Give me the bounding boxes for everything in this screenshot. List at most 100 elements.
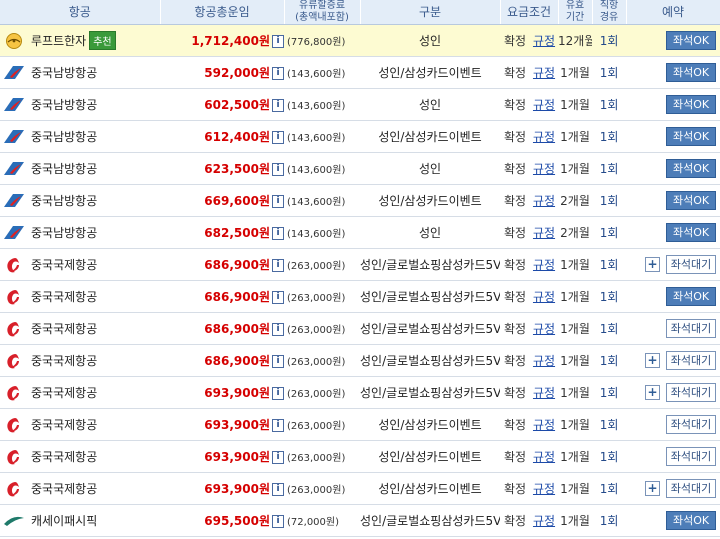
validity-period: 1개월: [558, 120, 593, 153]
rule-link[interactable]: 규정: [530, 88, 559, 121]
reserve-button[interactable]: 좌석OK: [666, 287, 717, 306]
reserve-button[interactable]: 좌석OK: [666, 63, 717, 82]
reserve-button[interactable]: 좌석대기: [666, 383, 717, 402]
stopover-count: 1회: [592, 56, 627, 89]
info-icon[interactable]: i: [272, 130, 284, 144]
table-row: 중국국제항공 693,900원 i (263,000원) 성인/글로벌쇼핑삼성카…: [0, 376, 720, 409]
total-fare: 602,500원: [160, 88, 272, 121]
reserve-button[interactable]: 좌석대기: [666, 447, 717, 466]
rule-link[interactable]: 규정: [530, 408, 559, 441]
reserve-button[interactable]: 좌석OK: [666, 511, 717, 530]
fuel-surcharge: (263,000원): [284, 248, 361, 281]
fuel-surcharge: (263,000원): [284, 312, 361, 345]
info-icon[interactable]: i: [272, 386, 284, 400]
reserve-button[interactable]: 좌석OK: [666, 223, 717, 242]
info-icon[interactable]: i: [272, 34, 284, 48]
fuel-surcharge: (143,600원): [284, 216, 361, 249]
rule-link[interactable]: 규정: [530, 440, 559, 473]
rule-link[interactable]: 규정: [530, 376, 559, 409]
table-row: 중국국제항공 686,900원 i (263,000원) 성인/글로벌쇼핑삼성카…: [0, 248, 720, 281]
fuel-surcharge: (143,600원): [284, 88, 361, 121]
rule-link[interactable]: 규정: [530, 344, 559, 377]
airline-name: 캐세이패시픽: [31, 514, 98, 528]
info-icon[interactable]: i: [272, 162, 284, 176]
reserve-button[interactable]: 좌석대기: [666, 479, 717, 498]
reserve-button[interactable]: 좌석대기: [666, 351, 717, 370]
reserve-button[interactable]: 좌석OK: [666, 191, 717, 210]
fuel-surcharge: (143,600원): [284, 56, 361, 89]
validity-period: 2개월: [558, 184, 593, 217]
total-fare: 682,500원: [160, 216, 272, 249]
fare-category: 성인/글로벌쇼핑삼성카드5V2: [360, 248, 501, 281]
info-icon[interactable]: i: [272, 194, 284, 208]
airline-name: 중국남방항공: [31, 162, 98, 176]
validity-period: 1개월: [558, 440, 593, 473]
info-icon[interactable]: i: [272, 514, 284, 528]
info-icon[interactable]: i: [272, 98, 284, 112]
table-row: 캐세이패시픽 695,500원 i (72,000원) 성인/글로벌쇼핑삼성카드…: [0, 504, 720, 537]
info-icon[interactable]: i: [272, 482, 284, 496]
table-row: 중국남방항공 612,400원 i (143,600원) 성인/삼성카드이벤트 …: [0, 120, 720, 153]
info-icon[interactable]: i: [272, 226, 284, 240]
validity-period: 1개월: [558, 312, 593, 345]
fare-category: 성인: [360, 88, 501, 121]
total-fare: 592,000원: [160, 56, 272, 89]
rule-link[interactable]: 규정: [530, 184, 559, 217]
validity-period: 1개월: [558, 248, 593, 281]
reserve-button[interactable]: 좌석대기: [666, 319, 717, 338]
info-icon[interactable]: i: [272, 290, 284, 304]
validity-period: 1개월: [558, 152, 593, 185]
china-southern-logo-icon: [3, 64, 25, 82]
rule-link[interactable]: 규정: [530, 504, 559, 537]
fare-condition: 확정: [500, 440, 531, 473]
table-row: 중국국제항공 686,900원 i (263,000원) 성인/글로벌쇼핑삼성카…: [0, 280, 720, 313]
total-fare: 693,900원: [160, 376, 272, 409]
stopover-count: 1회: [592, 152, 627, 185]
info-icon[interactable]: i: [272, 450, 284, 464]
plus-icon[interactable]: +: [645, 353, 661, 368]
table-row: 중국남방항공 602,500원 i (143,600원) 성인 확정 규정 1개…: [0, 88, 720, 121]
rule-link[interactable]: 규정: [530, 120, 559, 153]
reserve-cell: 좌석대기: [626, 440, 720, 473]
reserve-button[interactable]: 좌석대기: [666, 255, 717, 274]
stopover-count: 1회: [592, 408, 627, 441]
info-icon[interactable]: i: [272, 66, 284, 80]
total-fare: 686,900원: [160, 280, 272, 313]
info-icon[interactable]: i: [272, 258, 284, 272]
airline-cell: 중국국제항공: [0, 256, 160, 274]
rule-link[interactable]: 규정: [530, 280, 559, 313]
china-southern-logo-icon: [3, 224, 25, 242]
cathay-pacific-logo-icon: [3, 512, 25, 530]
reserve-button[interactable]: 좌석OK: [666, 127, 717, 146]
info-icon[interactable]: i: [272, 418, 284, 432]
rule-link[interactable]: 규정: [530, 472, 559, 505]
reserve-button[interactable]: 좌석OK: [666, 159, 717, 178]
rule-link[interactable]: 규정: [530, 248, 559, 281]
rule-link[interactable]: 규정: [530, 56, 559, 89]
fuel-surcharge: (263,000원): [284, 440, 361, 473]
reserve-button[interactable]: 좌석대기: [666, 415, 717, 434]
header-reserve: 예약: [626, 0, 720, 25]
rule-link[interactable]: 규정: [530, 24, 559, 57]
reserve-button[interactable]: 좌석OK: [666, 95, 717, 114]
fare-category: 성인/삼성카드이벤트: [360, 472, 501, 505]
rule-link[interactable]: 규정: [530, 312, 559, 345]
reserve-cell: 좌석OK: [626, 280, 720, 313]
total-fare: 693,900원: [160, 408, 272, 441]
plus-icon[interactable]: +: [645, 257, 661, 272]
stopover-count: 1회: [592, 472, 627, 505]
rule-link[interactable]: 규정: [530, 216, 559, 249]
plus-icon[interactable]: +: [645, 481, 661, 496]
rule-link[interactable]: 규정: [530, 152, 559, 185]
airline-name: 중국남방항공: [31, 130, 98, 144]
fare-condition: 확정: [500, 216, 531, 249]
header-category: 구분: [360, 0, 501, 25]
info-icon[interactable]: i: [272, 354, 284, 368]
fare-category: 성인/삼성카드이벤트: [360, 184, 501, 217]
reserve-button[interactable]: 좌석OK: [666, 31, 717, 50]
header-validity: 유효 기간: [558, 0, 593, 25]
fare-category: 성인/글로벌쇼핑삼성카드5V2: [360, 376, 501, 409]
reserve-cell: 좌석OK: [626, 120, 720, 153]
plus-icon[interactable]: +: [645, 385, 661, 400]
info-icon[interactable]: i: [272, 322, 284, 336]
